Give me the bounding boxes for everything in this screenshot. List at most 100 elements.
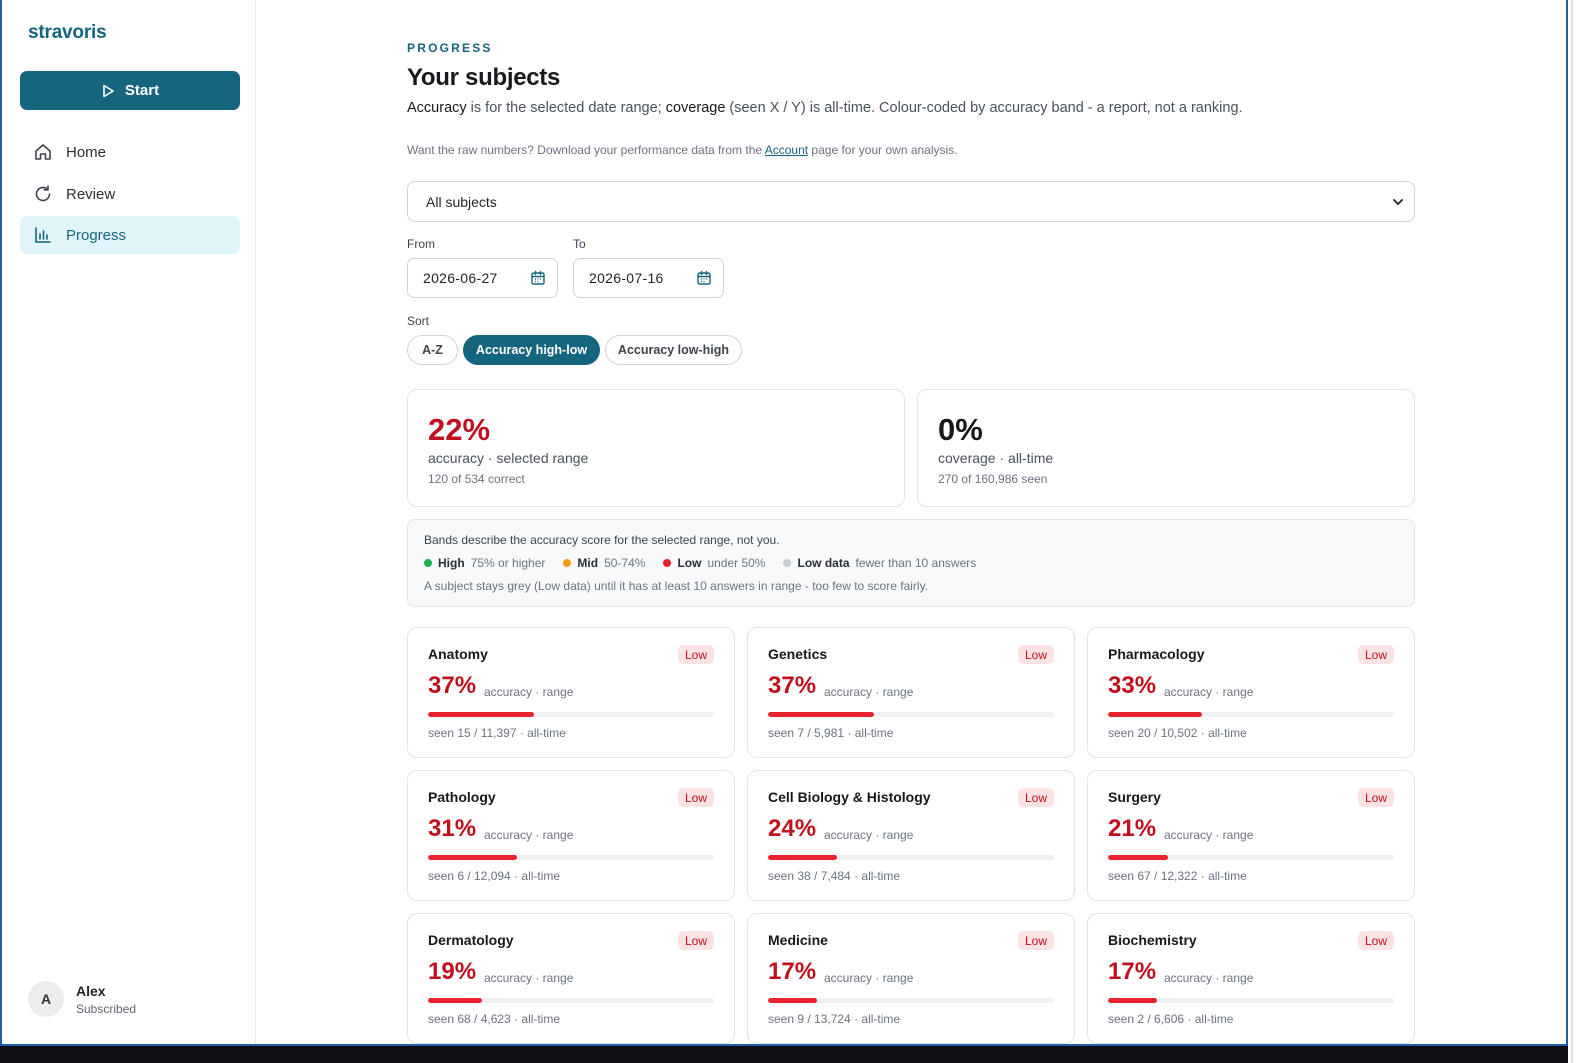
legend-name: Low [677,556,702,570]
band-dot-icon [663,559,672,567]
calendar-icon[interactable] [696,270,712,286]
user-profile[interactable]: A Alex Subscribed [28,981,136,1017]
subject-name: Anatomy [428,646,488,662]
accuracy-bar [428,712,714,717]
subject-name: Dermatology [428,932,514,948]
subject-card[interactable]: Cell Biology & Histology Low 24% accuracy ·… [747,770,1075,901]
legend-name: Mid [577,556,599,570]
status-badge: Low [1357,931,1394,950]
download-note: Want the raw numbers? Download your perf… [407,143,958,157]
accuracy-label: accuracy · selected range [428,450,589,466]
sort-accuracy-high-low-button[interactable]: Accuracy high-low [463,335,600,365]
subject-card[interactable]: Surgery Low 21% accuracy · range seen 67 / 1… [1087,770,1415,901]
accuracy-bar [428,855,714,860]
sort-accuracy-low-high-button[interactable]: Accuracy low-high [605,335,742,365]
desc-end: (seen X / Y) is all-time. Colour-coded b… [725,100,1243,116]
subject-accuracy-label: accuracy · range [484,828,574,842]
accuracy-bar [1108,855,1394,860]
avatar: A [28,981,64,1017]
subject-accuracy-label: accuracy · range [824,828,914,842]
subject-card[interactable]: Medicine Low 17% accuracy · range seen 9 / 1… [747,913,1075,1044]
subject-card[interactable]: Biochemistry Low 17% accuracy · range seen 2… [1087,913,1415,1044]
accuracy-stat-card: 22% accuracy · selected range 120 of 534… [407,389,905,507]
sidebar-item-home[interactable]: Home [20,133,240,171]
app-window: stravoris Start Home Review Progress A A… [0,0,1568,1046]
to-label: To [573,237,586,251]
subject-coverage: seen 2 / 6,606 · all-time [1108,1012,1234,1026]
sidebar-item-progress[interactable]: Progress [20,216,240,254]
band-dot-icon [783,559,792,567]
accuracy-bar-fill [428,712,534,717]
subject-select-value: All subjects [426,193,497,210]
accuracy-bar [1108,998,1394,1003]
subject-coverage: seen 15 / 11,397 · all-time [428,726,566,740]
coverage-stat-card: 0% coverage · all-time 270 of 160,986 se… [917,389,1415,507]
band-legend-panel: Bands describe the accuracy score for th… [407,519,1415,607]
accuracy-bar-fill [1108,855,1169,860]
sidebar: stravoris Start Home Review Progress A A… [2,0,256,1044]
status-badge: Low [1357,788,1394,807]
subject-name: Biochemistry [1108,932,1197,948]
subject-card[interactable]: Genetics Low 37% accuracy · range seen 7 / 5… [747,627,1075,758]
coverage-label: coverage · all-time [938,450,1054,466]
status-badge: Low [1017,788,1054,807]
to-date-input[interactable]: 2026-07-16 [573,258,724,298]
band-legend-footnote: A subject stays grey (Low data) until it… [424,579,929,593]
subject-accuracy-label: accuracy · range [824,971,914,985]
account-link[interactable]: Account [765,143,808,157]
page-title: Your subjects [407,64,561,91]
subject-name: Pathology [428,789,496,805]
bar-chart-icon [20,225,66,245]
subject-card[interactable]: Dermatology Low 19% accuracy · range seen 68… [407,913,735,1044]
desc-coverage: coverage [665,100,726,116]
start-button[interactable]: Start [20,71,240,110]
from-date-value: 2026-06-27 [423,270,498,286]
status-badge: Low [1017,645,1054,664]
home-icon [20,142,66,162]
legend-name: Low data [797,556,850,570]
subject-coverage: seen 7 / 5,981 · all-time [768,726,894,740]
subject-accuracy: 37% [428,672,477,699]
page-description: Accuracy is for the selected date range;… [407,100,1243,116]
subject-coverage: seen 38 / 7,484 · all-time [768,869,901,883]
accuracy-bar [768,998,1054,1003]
calendar-icon[interactable] [530,270,546,286]
subject-accuracy: 24% [768,815,817,842]
subject-accuracy-label: accuracy · range [484,685,574,699]
accuracy-value: 22% [428,412,491,447]
user-name: Alex [76,982,106,999]
accuracy-sub: 120 of 534 correct [428,472,525,486]
refresh-icon [20,184,66,204]
page-eyebrow: PROGRESS [407,41,493,55]
from-date-input[interactable]: 2026-06-27 [407,258,558,298]
accuracy-bar [768,712,1054,717]
accuracy-bar-fill [768,855,837,860]
subject-select[interactable]: All subjects [407,181,1415,222]
subject-card[interactable]: Anatomy Low 37% accuracy · range seen 15 / 1… [407,627,735,758]
note-pre: Want the raw numbers? Download your perf… [407,143,765,157]
subject-name: Surgery [1108,789,1161,805]
desc-middle: is for the selected date range; [466,100,666,116]
band-legend-heading: Bands describe the accuracy score for th… [424,533,780,547]
subject-coverage: seen 67 / 12,322 · all-time [1108,869,1247,883]
subject-accuracy-label: accuracy · range [1164,685,1254,699]
subject-coverage: seen 9 / 13,724 · all-time [768,1012,901,1026]
legend-name: High [438,556,465,570]
subject-card[interactable]: Pharmacology Low 33% accuracy · range seen 2… [1087,627,1415,758]
to-date-value: 2026-07-16 [589,270,664,286]
subject-accuracy: 33% [1108,672,1157,699]
subject-card[interactable]: Pathology Low 31% accuracy · range seen 6 / … [407,770,735,901]
subject-name: Cell Biology & Histology [768,789,931,805]
sidebar-item-label: Review [66,185,116,203]
status-badge: Low [1357,645,1394,664]
legend-desc: 75% or higher [470,556,546,570]
sidebar-item-review[interactable]: Review [20,175,240,213]
brand-logo[interactable]: stravoris [28,22,107,44]
from-label: From [407,237,435,251]
subject-accuracy-label: accuracy · range [1164,828,1254,842]
desktop-edge [0,1046,1568,1063]
subject-accuracy: 31% [428,815,477,842]
sort-a-z-button[interactable]: A-Z [407,335,458,365]
accuracy-bar [428,998,714,1003]
status-badge: Low [1017,931,1054,950]
